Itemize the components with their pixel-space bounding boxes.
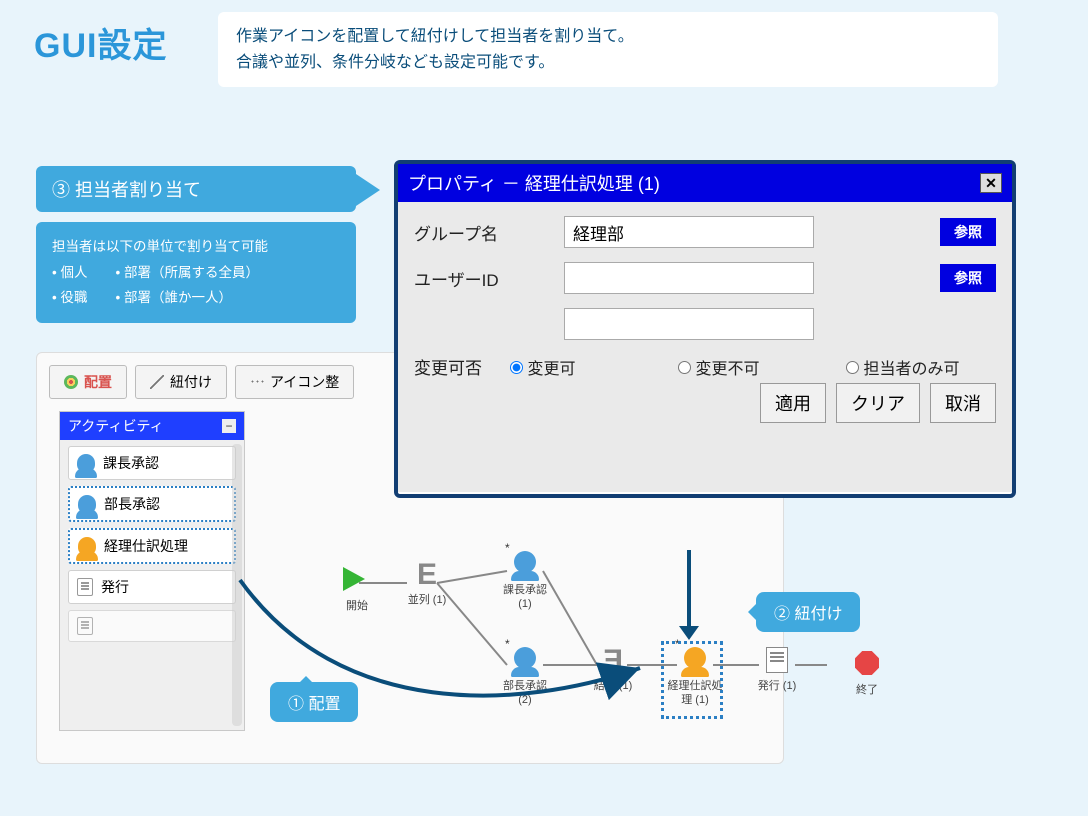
radio-change-owner[interactable]: 担当者のみ可 (846, 355, 996, 379)
property-dialog[interactable]: プロパティ － 経理仕訳処理 (1) ✕ グループ名 参照 ユーザーID 参照 … (394, 160, 1016, 498)
star-icon: * (505, 541, 510, 557)
toolbar-place-label: 配置 (84, 372, 112, 392)
close-button[interactable]: ✕ (980, 173, 1002, 193)
place-icon (64, 375, 78, 389)
node-label: 結合 (1) (583, 679, 643, 693)
palette-header[interactable]: アクティビティ − (60, 412, 244, 440)
end-icon (855, 651, 879, 675)
page-title: GUI設定 (34, 18, 167, 67)
node-label: 並列 (1) (397, 593, 457, 607)
palette-item-label: 発行 (101, 577, 129, 597)
person-icon (77, 454, 95, 472)
palette-item-label: 経理仕訳処理 (104, 536, 188, 556)
description-line2: 合議や並列、条件分岐なども設定可能です。 (236, 54, 554, 71)
document-icon (766, 647, 788, 673)
node-issue[interactable]: 発行 (1) (747, 647, 807, 693)
node-label: 部長承認 (2) (495, 679, 555, 708)
toolbar-iconalign-button[interactable]: アイコン整 (235, 365, 354, 399)
cancel-button[interactable]: 取消 (930, 383, 996, 423)
toolbar-iconalign-label: アイコン整 (270, 372, 339, 392)
property-titlebar[interactable]: プロパティ － 経理仕訳処理 (1) ✕ (398, 164, 1012, 202)
palette-item-keiri[interactable]: 経理仕訳処理 (68, 528, 236, 564)
description-box: 作業アイコンを配置して紐付けして担当者を割り当て。 合議や並列、条件分岐なども設… (218, 12, 998, 87)
palette-item-label: 課長承認 (103, 453, 159, 473)
palette-item-label: 部長承認 (104, 494, 160, 514)
callout-assign: ③ 担当者割り当て 担当者は以下の単位で割り当て可能 • 個人 • 部署（所属す… (36, 166, 356, 323)
user-label: ユーザーID (414, 266, 564, 291)
callout-assign-intro: 担当者は以下の単位で割り当て可能 (52, 234, 340, 260)
parallel-icon: E (413, 561, 441, 589)
toolbar-link-button[interactable]: 紐付け (135, 365, 227, 399)
node-bucho[interactable]: * 部長承認 (2) (495, 647, 555, 708)
group-input[interactable] (564, 216, 814, 248)
property-body: グループ名 参照 ユーザーID 参照 変更可否 変更可 変更不可 担当者のみ可 (398, 202, 1012, 492)
toolbar-link-label: 紐付け (170, 372, 212, 392)
user-ref-button[interactable]: 参照 (940, 264, 996, 292)
palette-item-kacho[interactable]: 課長承認 (68, 446, 236, 480)
node-label: 発行 (1) (747, 679, 807, 693)
start-icon (343, 567, 365, 591)
node-label: 開始 (327, 599, 387, 613)
extra-input[interactable] (564, 308, 814, 340)
node-label: 課長承認 (1) (495, 583, 555, 612)
person-icon (514, 551, 536, 573)
palette-item-issue[interactable]: 発行 (68, 570, 236, 604)
change-label: 変更可否 (414, 354, 510, 379)
callout-item: • 個人 (52, 260, 87, 286)
star-icon: * (505, 637, 510, 653)
callout-link: ② 紐付け (756, 592, 860, 632)
node-start[interactable]: 開始 (327, 567, 387, 613)
palette-item-bucho[interactable]: 部長承認 (68, 486, 236, 522)
link-icon (150, 375, 164, 389)
palette-body[interactable]: 課長承認 部長承認 経理仕訳処理 発行 (60, 440, 244, 730)
callout-item: • 部署（所属する全員） (115, 260, 258, 286)
node-end[interactable]: 終了 (837, 651, 897, 697)
arrow-link (674, 548, 704, 640)
group-label: グループ名 (414, 220, 564, 245)
radio-change-ok[interactable]: 変更可 (510, 355, 660, 379)
clear-button[interactable]: クリア (836, 383, 920, 423)
callout-item: • 部署（誰か一人） (115, 285, 231, 311)
user-input[interactable] (564, 262, 814, 294)
callout-place: ① 配置 (270, 682, 358, 722)
callout-assign-body: 担当者は以下の単位で割り当て可能 • 個人 • 部署（所属する全員） • 役職 … (36, 222, 356, 323)
node-kacho[interactable]: * 課長承認 (1) (495, 551, 555, 612)
dots-icon (250, 375, 264, 389)
editor-toolbar: 配置 紐付け アイコン整 (49, 365, 354, 399)
document-icon (77, 617, 93, 635)
node-label: 終了 (837, 683, 897, 697)
minimize-icon[interactable]: − (222, 419, 236, 433)
apply-button[interactable]: 適用 (760, 383, 826, 423)
toolbar-place-button[interactable]: 配置 (49, 365, 127, 399)
document-icon (77, 578, 93, 596)
property-title-text: プロパティ － 経理仕訳処理 (1) (408, 170, 660, 196)
palette-item-extra[interactable] (68, 610, 236, 642)
person-icon (514, 647, 536, 669)
description-line1: 作業アイコンを配置して紐付けして担当者を割り当て。 (236, 28, 634, 45)
radio-change-no[interactable]: 変更不可 (678, 355, 828, 379)
palette-title: アクティビティ (68, 416, 164, 436)
callout-assign-head: ③ 担当者割り当て (36, 166, 356, 212)
join-icon: E (599, 647, 627, 675)
activity-palette: アクティビティ − 課長承認 部長承認 経理仕訳処理 発行 (59, 411, 245, 731)
group-ref-button[interactable]: 参照 (940, 218, 996, 246)
person-icon (78, 495, 96, 513)
callout-item: • 役職 (52, 285, 87, 311)
node-parallel[interactable]: E 並列 (1) (397, 561, 457, 607)
node-join[interactable]: E 結合 (1) (583, 647, 643, 693)
person-icon (78, 537, 96, 555)
selected-node-outline (661, 641, 723, 719)
